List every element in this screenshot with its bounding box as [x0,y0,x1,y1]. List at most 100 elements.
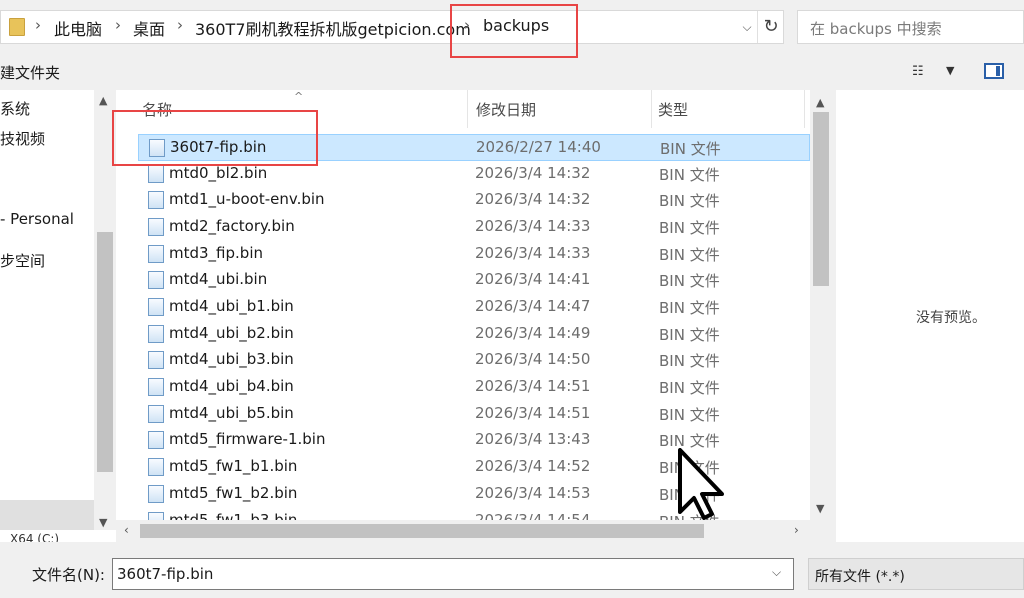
file-icon [148,165,164,183]
file-row[interactable]: mtd4_ubi_b3.bin 2026/3/4 14:50 BIN 文件 [138,347,810,374]
file-row[interactable]: mtd1_u-boot-env.bin 2026/3/4 14:32 BIN 文… [138,187,810,214]
file-date: 2026/3/4 14:53 [475,484,591,502]
file-row[interactable]: mtd4_ubi_b5.bin 2026/3/4 14:51 BIN 文件 [138,401,810,428]
chevron-down-icon: ▼ [946,64,955,77]
file-row[interactable]: mtd2_factory.bin 2026/3/4 14:33 BIN 文件 [138,214,810,241]
filename-row: 文件名(N): ⌵ 所有文件 (*.*) [0,542,1024,598]
nav-item-onedrive-personal[interactable]: - Personal [0,210,74,228]
file-name: mtd4_ubi_b1.bin [169,297,294,315]
nav-item-selected[interactable] [0,500,94,530]
no-preview-text: 没有预览。 [916,310,986,326]
file-icon [148,458,164,476]
scroll-down-icon[interactable]: ▼ [99,516,107,529]
file-type: BIN 文件 [659,166,720,184]
column-header-name[interactable]: 名称 [142,99,172,120]
preview-pane-icon[interactable] [984,63,1004,79]
file-icon [148,191,164,209]
file-name: mtd4_ubi_b5.bin [169,404,294,422]
breadcrumb-backups[interactable]: backups [483,16,549,35]
column-divider[interactable] [804,90,805,128]
nav-item-system[interactable]: 系统 [0,98,30,119]
column-divider[interactable] [467,90,468,128]
file-type: BIN 文件 [659,192,720,210]
scrollbar-corner [810,520,832,542]
file-icon [148,351,164,369]
view-options-button[interactable]: ☷ ▼ [912,63,960,81]
file-icon [148,431,164,449]
filename-label: 文件名(N): [32,566,105,584]
file-row[interactable]: mtd3_fip.bin 2026/3/4 14:33 BIN 文件 [138,241,810,268]
file-type-filter-select[interactable]: 所有文件 (*.*) [808,558,1024,590]
refresh-icon[interactable]: ↻ [757,11,784,43]
horizontal-scrollbar-thumb[interactable] [140,524,704,538]
file-name: mtd0_bl2.bin [169,164,268,182]
file-icon [148,245,164,263]
file-type: BIN 文件 [659,219,720,237]
file-name: mtd5_fw1_b1.bin [169,457,298,475]
address-row: › 此电脑 › 桌面 › 360T7刷机教程拆机版getpicion.com ›… [0,0,1024,54]
file-type: BIN 文件 [659,352,720,370]
file-row[interactable]: mtd4_ubi.bin 2026/3/4 14:41 BIN 文件 [138,267,810,294]
file-icon [148,298,164,316]
breadcrumb-this-pc[interactable]: 此电脑 [54,16,102,40]
filename-dropdown-icon[interactable]: ⌵ [772,565,781,580]
file-icon [148,512,164,520]
scroll-up-icon[interactable]: ▲ [99,94,107,107]
vertical-scrollbar-thumb[interactable] [813,112,829,286]
breadcrumb-separator[interactable]: › [35,16,41,34]
nav-item-sync-space[interactable]: 步空间 [0,250,45,271]
breadcrumb-separator[interactable]: › [177,16,183,34]
file-name: mtd1_u-boot-env.bin [169,190,325,208]
file-type: BIN 文件 [659,272,720,290]
file-name: 360t7-fip.bin [170,138,267,156]
column-divider[interactable] [651,90,652,128]
file-type: BIN 文件 [659,246,720,264]
file-type: BIN 文件 [659,406,720,424]
mouse-cursor-icon [678,448,724,520]
file-type: BIN 文件 [659,326,720,344]
nav-scrollbar-thumb[interactable] [97,232,113,472]
file-row[interactable]: mtd0_bl2.bin 2026/3/4 14:32 BIN 文件 [138,161,810,188]
file-row[interactable]: 360t7-fip.bin 2026/2/27 14:40 BIN 文件 [138,134,810,161]
scroll-up-icon[interactable]: ▲ [816,96,824,109]
breadcrumb-desktop[interactable]: 桌面 [133,16,165,40]
file-row[interactable]: mtd4_ubi_b4.bin 2026/3/4 14:51 BIN 文件 [138,374,810,401]
file-date: 2026/3/4 14:52 [475,457,591,475]
file-list-vertical-scrollbar[interactable]: ▲ ▼ [810,90,832,520]
column-header-row: ^ 名称 修改日期 类型 [116,90,810,128]
scroll-left-icon[interactable]: ‹ [124,523,129,537]
address-bar[interactable]: › 此电脑 › 桌面 › 360T7刷机教程拆机版getpicion.com ›… [0,10,784,44]
search-input[interactable]: 在 backups 中搜索 [797,10,1024,44]
column-header-date[interactable]: 修改日期 [476,99,536,120]
new-folder-button[interactable]: 建文件夹 [0,62,60,83]
filename-input[interactable] [112,558,794,590]
file-type: BIN 文件 [659,299,720,317]
file-name: mtd4_ubi_b3.bin [169,350,294,368]
file-icon [148,271,164,289]
file-name: mtd5_fw1_b3.bin [169,511,298,520]
scroll-right-icon[interactable]: › [794,523,799,537]
nav-scrollbar[interactable]: ▲ ▼ [94,90,116,530]
file-name: mtd2_factory.bin [169,217,295,235]
nav-item-videos[interactable]: 技视频 [0,128,45,149]
file-date: 2026/3/4 14:51 [475,377,591,395]
breadcrumb-tutorial-folder[interactable]: 360T7刷机教程拆机版getpicion.com [195,16,471,40]
address-dropdown-icon[interactable]: ⌵ [737,15,757,39]
sort-ascending-icon: ^ [294,90,304,103]
breadcrumb-separator[interactable]: › [115,16,121,34]
scroll-down-icon[interactable]: ▼ [816,502,824,515]
toolbar: 建文件夹 ☷ ▼ [0,54,1024,90]
file-date: 2026/3/4 14:32 [475,190,591,208]
file-list-horizontal-scrollbar[interactable]: ‹ › [116,520,810,542]
file-name: mtd5_firmware-1.bin [169,430,326,448]
file-date: 2026/2/27 14:40 [476,138,601,156]
file-name: mtd4_ubi.bin [169,270,268,288]
column-header-type[interactable]: 类型 [658,99,688,120]
file-row[interactable]: mtd4_ubi_b1.bin 2026/3/4 14:47 BIN 文件 [138,294,810,321]
file-date: 2026/3/4 14:54 [475,511,591,520]
file-date: 2026/3/4 14:32 [475,164,591,182]
breadcrumb-separator[interactable]: › [464,16,470,34]
file-date: 2026/3/4 14:49 [475,324,591,342]
file-row[interactable]: mtd4_ubi_b2.bin 2026/3/4 14:49 BIN 文件 [138,321,810,348]
file-date: 2026/3/4 14:51 [475,404,591,422]
